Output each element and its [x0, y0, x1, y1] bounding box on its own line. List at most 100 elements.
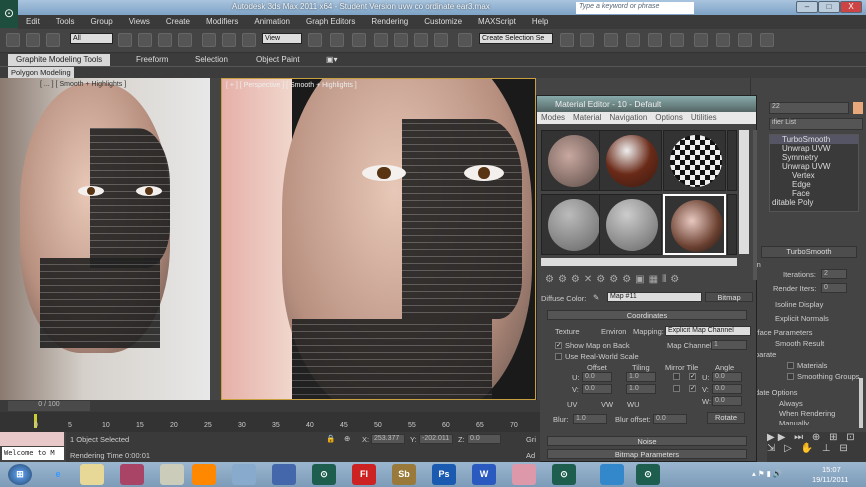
search-input[interactable]: Type a keyword or phrase [576, 2, 694, 14]
maxscript-listener-mini[interactable] [0, 432, 64, 446]
menu-animation[interactable]: Animation [246, 15, 298, 29]
scale-icon[interactable] [242, 33, 256, 47]
word-icon[interactable]: W [472, 464, 496, 485]
material-slot-4[interactable] [727, 130, 737, 191]
material-slot-5[interactable] [541, 194, 604, 255]
blur-offset-spinner[interactable]: 0.0 [653, 414, 687, 424]
menu-material[interactable]: Material [569, 112, 605, 124]
menu-tools[interactable]: Tools [48, 15, 83, 29]
menu-options[interactable]: Options [651, 112, 687, 124]
menu-customize[interactable]: Customize [416, 15, 470, 29]
menu-maxscript[interactable]: MAXScript [470, 15, 524, 29]
tray-icons[interactable]: ▴ ⚑ ▮ 🔊 [752, 469, 782, 478]
material-slot-3[interactable] [663, 130, 726, 191]
media-player-icon[interactable] [192, 464, 216, 485]
close-button[interactable]: X [840, 1, 862, 13]
ribbon-options-icon[interactable]: ▣▾ [318, 54, 346, 66]
viewport-perspective[interactable]: [ + ] [ Perspective ] [ Smooth + Highlig… [221, 78, 536, 400]
layer-manager-icon[interactable] [604, 33, 618, 47]
clock-time[interactable]: 15:07 [822, 465, 841, 474]
window-crossing-icon[interactable] [178, 33, 192, 47]
object-name-field[interactable]: 22 [769, 102, 849, 114]
environ-radio[interactable]: Environ [601, 327, 626, 336]
link-icon[interactable] [6, 33, 20, 47]
add-time-tag[interactable]: Ad [526, 451, 535, 460]
internet-explorer-icon[interactable]: e [46, 464, 70, 485]
tab-object-paint[interactable]: Object Paint [248, 54, 308, 66]
command-panel-scrollbar[interactable] [859, 378, 863, 428]
vw-radio[interactable]: VW [601, 400, 613, 409]
menu-create[interactable]: Create [158, 15, 198, 29]
reference-coord-dropdown[interactable]: View [262, 33, 302, 44]
explorer-icon[interactable] [80, 464, 104, 485]
viewport-label[interactable]: [ ... ] [ Smooth + Highlights ] [40, 81, 126, 88]
noise-rollout[interactable]: Noise [547, 436, 747, 446]
menu-rendering[interactable]: Rendering [363, 15, 416, 29]
coordinates-rollout[interactable]: Coordinates [547, 310, 747, 320]
map-name-field[interactable]: Map #11 [607, 292, 702, 302]
bind-spacewarp-icon[interactable] [46, 33, 60, 47]
material-slot-1[interactable] [541, 130, 604, 191]
tab-freeform[interactable]: Freeform [128, 54, 176, 66]
minimize-button[interactable]: – [796, 1, 818, 13]
menu-edit[interactable]: Edit [18, 15, 48, 29]
render-teapot-icon[interactable] [760, 33, 774, 47]
manually-radio[interactable]: Manually [779, 419, 809, 425]
select-object-icon[interactable] [118, 33, 132, 47]
flash-icon[interactable]: Fl [352, 464, 376, 485]
absolute-mode-icon[interactable]: ⊕ [344, 434, 350, 443]
stack-item-unwrap-uvw[interactable]: Unwrap UVW [770, 144, 858, 153]
blur-spinner[interactable]: 1.0 [573, 414, 607, 424]
material-slot-active[interactable] [663, 194, 726, 255]
v-angle-spinner[interactable]: 0.0 [712, 384, 742, 394]
tab-graphite-modeling-tools[interactable]: Graphite Modeling Tools [8, 54, 111, 66]
pivot-icon[interactable] [308, 33, 322, 47]
render-setup-icon[interactable] [716, 33, 730, 47]
percent-snap-icon[interactable] [414, 33, 428, 47]
soundbooth-icon[interactable]: Sb [392, 464, 416, 485]
v-tile-checkbox[interactable]: ✓ [689, 385, 696, 392]
wu-radio[interactable]: WU [627, 400, 640, 409]
turbosmooth-rollout[interactable]: TurboSmooth [761, 246, 857, 258]
menu-views[interactable]: Views [121, 15, 158, 29]
welcome-text[interactable]: Welcome to M [2, 447, 64, 460]
stack-item-unwrap-uvw-2[interactable]: Unwrap UVW [770, 162, 858, 171]
scanner-icon[interactable] [160, 464, 184, 485]
material-slot-8[interactable] [727, 194, 737, 255]
x-coordinate[interactable]: 253.377 [371, 434, 405, 444]
material-editor-icon[interactable] [694, 33, 708, 47]
w-angle-spinner[interactable]: 0.0 [712, 396, 742, 406]
stack-item-editable-poly[interactable]: ditable Poly [770, 198, 858, 207]
show-map-on-back-checkbox[interactable]: ✓ [555, 342, 562, 349]
y-coordinate[interactable]: -202.011 [419, 434, 453, 444]
bitmap-parameters-rollout[interactable]: Bitmap Parameters [547, 449, 747, 459]
menu-modes[interactable]: Modes [537, 112, 569, 124]
z-coordinate[interactable]: 0.0 [467, 434, 501, 444]
isoline-display-checkbox[interactable]: Isoline Display [775, 300, 823, 309]
map-type-button[interactable]: Bitmap [705, 292, 753, 302]
3dsmax-icon-3[interactable]: ⊙ [636, 464, 660, 485]
menu-modifiers[interactable]: Modifiers [198, 15, 246, 29]
app4-icon[interactable] [600, 464, 624, 485]
viewport-front[interactable]: [ ... ] [ Smooth + Highlights ] [0, 78, 210, 400]
curve-editor-icon[interactable] [648, 33, 662, 47]
select-by-name-icon[interactable] [138, 33, 152, 47]
photoshop-icon[interactable]: Ps [432, 464, 456, 485]
u-mirror-checkbox[interactable] [673, 373, 680, 380]
menu-utilities[interactable]: Utilities [687, 112, 721, 124]
snaps-toggle-icon[interactable] [374, 33, 388, 47]
material-slot-2[interactable] [599, 130, 662, 191]
menu-graph-editors[interactable]: Graph Editors [298, 15, 363, 29]
named-selection-dropdown[interactable]: Create Selection Se [479, 33, 553, 44]
u-tiling-spinner[interactable]: 1.0 [626, 372, 656, 382]
eyedropper-icon[interactable]: ✎ [593, 293, 599, 302]
app-icon[interactable] [120, 464, 144, 485]
slots-horizontal-scrollbar[interactable] [541, 258, 737, 266]
u-offset-spinner[interactable]: 0.0 [582, 372, 612, 382]
menu-help[interactable]: Help [524, 15, 556, 29]
graphite-toggle-icon[interactable] [626, 33, 640, 47]
polygon-modeling-panel[interactable]: Polygon Modeling [8, 67, 74, 78]
app-menu-button[interactable]: ⊙ [0, 0, 18, 28]
smoothing-groups-checkbox[interactable] [787, 373, 794, 380]
real-world-scale-checkbox[interactable] [555, 353, 562, 360]
